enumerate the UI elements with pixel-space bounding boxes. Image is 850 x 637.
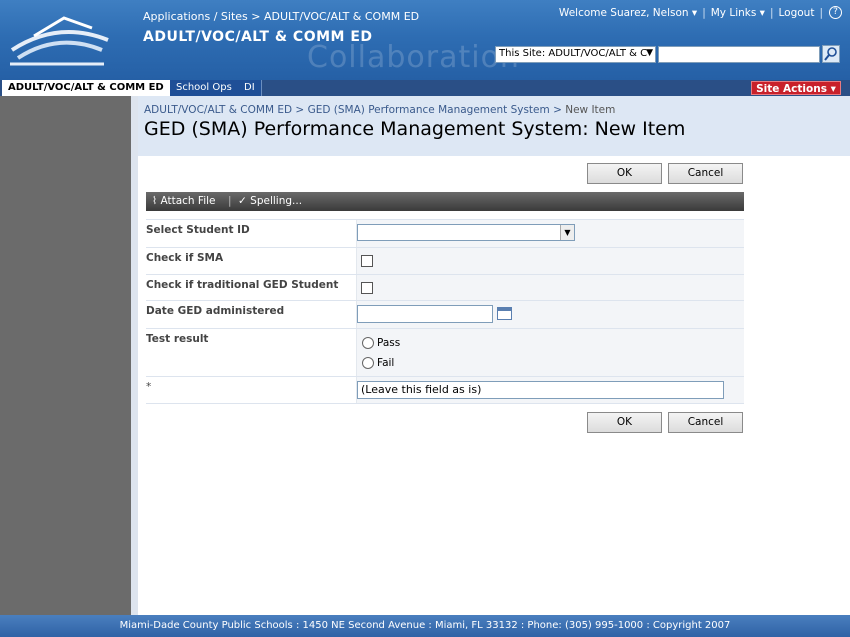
- tab-school-ops[interactable]: School Ops: [170, 80, 239, 96]
- ok-button-top[interactable]: OK: [587, 163, 662, 184]
- paperclip-icon: ⌇: [152, 195, 158, 207]
- logout-link[interactable]: Logout: [774, 7, 820, 19]
- ok-button-bottom[interactable]: OK: [587, 412, 662, 433]
- breadcrumb-current-site[interactable]: ADULT/VOC/ALT & COMM ED: [264, 10, 419, 23]
- spellcheck-icon: ✓: [238, 195, 247, 207]
- welcome-menu[interactable]: Welcome Suarez, Nelson ▾: [554, 7, 702, 19]
- form-toolbar: ⌇ Attach File | ✓ Spelling...: [146, 192, 744, 211]
- radio-pass[interactable]: [362, 337, 374, 349]
- breadcrumb-current: New Item: [565, 104, 616, 116]
- extra-label: *: [146, 381, 152, 393]
- search-scope-select[interactable]: This Site: ADULT/VOC/ALT & C ▼: [495, 46, 656, 63]
- field-cell: [356, 329, 744, 376]
- page-title-area: ADULT/VOC/ALT & COMM ED > GED (SMA) Perf…: [138, 96, 850, 156]
- student-id-select[interactable]: ▼: [357, 224, 575, 241]
- row-test-result: Test result: [146, 328, 744, 376]
- fail-label: Fail: [377, 357, 395, 369]
- tab-di[interactable]: DI: [238, 80, 262, 96]
- date-label: Date GED administered: [146, 305, 285, 317]
- field-cell: [356, 248, 744, 274]
- chevron-down-icon[interactable]: ▼: [560, 225, 574, 240]
- extra-text-input[interactable]: (Leave this field as is): [357, 381, 724, 399]
- divider: |: [819, 6, 823, 19]
- tab-adult-voc[interactable]: ADULT/VOC/ALT & COMM ED: [2, 80, 171, 96]
- my-links-text: My Links: [710, 6, 757, 19]
- site-actions-label: Site Actions: [756, 83, 827, 95]
- attach-file-button[interactable]: ⌇ Attach File: [152, 192, 216, 211]
- row-sma: Check if SMA: [146, 247, 744, 274]
- breadcrumb-site[interactable]: ADULT/VOC/ALT & COMM ED: [144, 104, 292, 116]
- welcome-text: Welcome Suarez, Nelson: [558, 6, 689, 19]
- site-actions-button[interactable]: Site Actions ▾: [751, 81, 841, 95]
- breadcrumb-sites[interactable]: Sites: [221, 10, 248, 23]
- spelling-label: Spelling...: [250, 195, 303, 207]
- user-menu-bar: Welcome Suarez, Nelson ▾ | My Links ▾ | …: [554, 6, 842, 19]
- sma-label: Check if SMA: [146, 252, 224, 264]
- calendar-icon[interactable]: [497, 307, 512, 320]
- breadcrumb: ADULT/VOC/ALT & COMM ED > GED (SMA) Perf…: [144, 104, 616, 116]
- test-result-label: Test result: [146, 333, 209, 345]
- cancel-button-top[interactable]: Cancel: [668, 163, 743, 184]
- field-cell: [356, 275, 744, 300]
- district-logo-icon: [10, 16, 109, 66]
- chevron-down-icon: ▾: [691, 6, 698, 19]
- row-traditional: Check if traditional GED Student: [146, 274, 744, 300]
- collaboration-watermark: Collaboration: [307, 40, 520, 75]
- breadcrumb-list[interactable]: GED (SMA) Performance Management System: [308, 104, 550, 116]
- date-input[interactable]: [357, 305, 493, 323]
- chevron-down-icon: ▾: [759, 6, 765, 19]
- pass-label: Pass: [377, 337, 401, 349]
- cancel-button-bottom[interactable]: Cancel: [668, 412, 743, 433]
- search-scope-value: This Site: ADULT/VOC/ALT & C: [499, 48, 648, 59]
- traditional-label: Check if traditional GED Student: [146, 279, 339, 291]
- top-nav-bar: ADULT/VOC/ALT & COMM ED School Ops DI Si…: [0, 80, 850, 96]
- traditional-checkbox[interactable]: [361, 282, 373, 294]
- site-footer: Miami-Dade County Public Schools : 1450 …: [0, 615, 850, 637]
- breadcrumb-applications[interactable]: Applications: [143, 10, 210, 23]
- chevron-down-icon: ▾: [830, 83, 836, 95]
- attach-file-label: Attach File: [160, 195, 216, 207]
- page-title: GED (SMA) Performance Management System:…: [144, 118, 686, 140]
- my-links-menu[interactable]: My Links ▾: [706, 7, 770, 19]
- search-button[interactable]: [822, 45, 840, 63]
- toolbar-divider: |: [228, 195, 232, 207]
- left-navigation: [0, 96, 131, 615]
- student-id-label: Select Student ID: [146, 224, 250, 236]
- global-breadcrumb: Applications / Sites > ADULT/VOC/ALT & C…: [143, 10, 420, 23]
- sma-checkbox[interactable]: [361, 255, 373, 267]
- search-icon: [824, 47, 837, 61]
- help-icon[interactable]: ?: [829, 6, 842, 19]
- search-input[interactable]: [658, 46, 820, 63]
- site-header: Applications / Sites > ADULT/VOC/ALT & C…: [0, 0, 850, 80]
- spelling-button[interactable]: ✓ Spelling...: [238, 192, 302, 211]
- radio-fail[interactable]: [362, 357, 374, 369]
- left-nav-edge: [131, 96, 138, 615]
- chevron-down-icon: ▼: [646, 48, 653, 58]
